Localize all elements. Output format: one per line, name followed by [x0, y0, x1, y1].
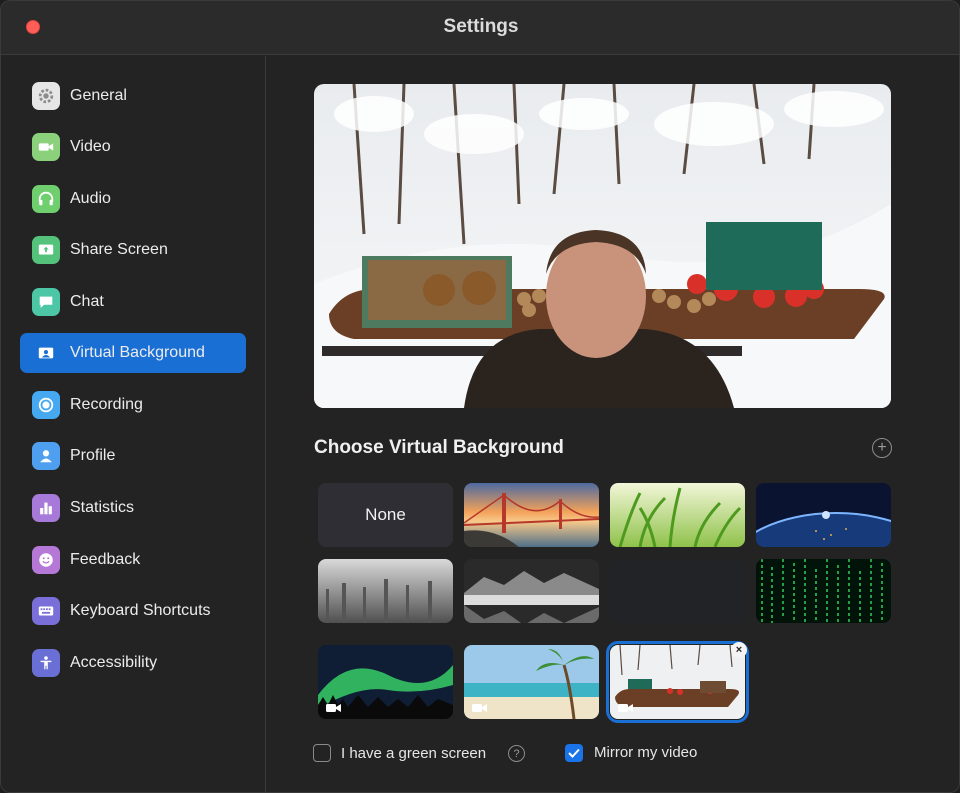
question-icon[interactable]: ?: [508, 745, 525, 762]
section-title: Choose Virtual Background: [314, 437, 564, 458]
accessibility-icon: [32, 649, 60, 677]
headphones-icon: [32, 185, 60, 213]
background-option-beach[interactable]: [464, 645, 599, 719]
settings-window: Settings General Video Audio Share Scree…: [0, 0, 960, 793]
virtual-background-panel: Choose Virtual Background + None × I hav…: [267, 56, 959, 792]
video-camera-icon: [326, 703, 342, 713]
video-camera-icon: [32, 133, 60, 161]
share-screen-icon: [32, 236, 60, 264]
background-option-misty-forest[interactable]: [318, 559, 453, 623]
background-option-aurora[interactable]: [318, 645, 453, 719]
green-screen-label: I have a green screen: [341, 745, 487, 762]
video-camera-icon: [618, 703, 634, 713]
sidebar-item-statistics[interactable]: Statistics: [20, 488, 246, 528]
background-option-green-matrix[interactable]: [756, 559, 891, 623]
bar-chart-icon: [32, 494, 60, 522]
green-screen-checkbox[interactable]: [313, 744, 331, 762]
none-label: None: [365, 505, 406, 524]
sidebar-item-label: Virtual Background: [70, 344, 205, 361]
keyboard-icon: [32, 597, 60, 625]
sidebar-item-label: Chat: [70, 293, 104, 310]
background-option-grass[interactable]: [610, 483, 745, 547]
checkmark-icon: [568, 748, 580, 758]
gear-icon: [32, 82, 60, 110]
sidebar-item-label: General: [70, 87, 127, 104]
title-bar: Settings: [1, 1, 959, 55]
smiley-icon: [32, 546, 60, 574]
record-icon: [32, 391, 60, 419]
background-option-dark-texture[interactable]: [610, 559, 745, 623]
remove-background-button[interactable]: ×: [731, 642, 747, 658]
sidebar-item-keyboard-shortcuts[interactable]: Keyboard Shortcuts: [20, 591, 246, 631]
sidebar-item-general[interactable]: General: [20, 76, 246, 116]
sidebar-item-label: Recording: [70, 396, 143, 413]
sidebar-item-label: Audio: [70, 190, 111, 207]
window-title: Settings: [443, 16, 519, 37]
sidebar-item-audio[interactable]: Audio: [20, 179, 246, 219]
background-option-golden-gate[interactable]: [464, 483, 599, 547]
sidebar-item-label: Feedback: [70, 551, 141, 568]
sidebar-item-label: Video: [70, 138, 111, 155]
sidebar-item-label: Accessibility: [70, 654, 158, 671]
background-option-none[interactable]: None: [318, 483, 453, 547]
sidebar-item-accessibility[interactable]: Accessibility: [20, 643, 246, 683]
plus-icon[interactable]: +: [872, 438, 892, 458]
sidebar-item-feedback[interactable]: Feedback: [20, 540, 246, 580]
sidebar-item-video[interactable]: Video: [20, 127, 246, 167]
sidebar-item-label: Share Screen: [70, 241, 168, 258]
sidebar-item-share-screen[interactable]: Share Screen: [20, 230, 246, 270]
settings-sidebar: General Video Audio Share Screen Chat Vi…: [1, 56, 266, 792]
sidebar-item-virtual-background[interactable]: Virtual Background: [20, 333, 246, 373]
mirror-video-checkbox[interactable]: [565, 744, 583, 762]
sidebar-item-label: Statistics: [70, 499, 135, 516]
chat-bubble-icon: [32, 288, 60, 316]
background-option-snow-boat-selected[interactable]: [606, 641, 749, 723]
background-option-mountain-lake[interactable]: [464, 559, 599, 623]
sidebar-item-recording[interactable]: Recording: [20, 385, 246, 425]
sidebar-item-profile[interactable]: Profile: [20, 436, 246, 476]
background-option-earth-space[interactable]: [756, 483, 891, 547]
sidebar-item-chat[interactable]: Chat: [20, 282, 246, 322]
video-preview: [314, 84, 891, 408]
sidebar-item-label: Keyboard Shortcuts: [70, 602, 211, 619]
mirror-video-label: Mirror my video: [594, 744, 698, 761]
video-camera-icon: [472, 703, 488, 713]
person-icon: [32, 442, 60, 470]
portrait-icon: [32, 339, 60, 367]
sidebar-item-label: Profile: [70, 447, 116, 464]
